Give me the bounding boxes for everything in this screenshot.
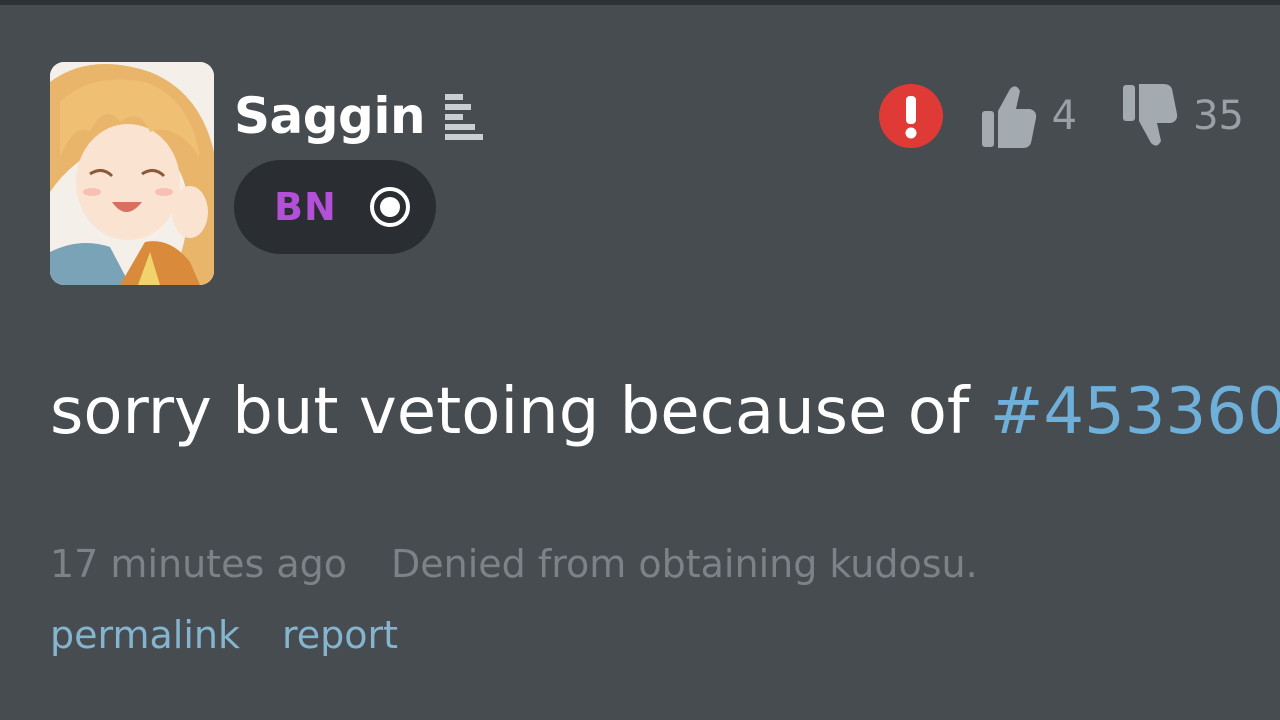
list-icon (445, 90, 484, 142)
avatar[interactable] (50, 62, 214, 285)
post-links: permalink report (50, 613, 398, 657)
permalink-link[interactable]: permalink (50, 613, 240, 657)
report-link[interactable]: report (282, 613, 398, 657)
avatar-image (50, 62, 214, 285)
kudosu-status: Denied from obtaining kudosu. (391, 542, 978, 586)
message-text: sorry but vetoing because of (50, 375, 990, 449)
post-actions: 4 35 (878, 71, 1244, 161)
upvote-button[interactable]: 4 (980, 81, 1077, 151)
post-message: sorry but vetoing because of #4533605 (50, 375, 1280, 449)
username-link[interactable]: Saggin (234, 87, 426, 145)
upvote-count: 4 (1051, 93, 1078, 139)
discussion-post: Saggin BN 4 35 sorry but vetoing because… (0, 5, 1280, 720)
osu-mode-icon (369, 186, 411, 228)
downvote-count: 35 (1193, 93, 1244, 139)
thumbs-down-icon (1121, 81, 1179, 151)
user-info: Saggin (234, 81, 484, 151)
post-meta: 17 minutes ago Denied from obtaining kud… (50, 542, 978, 586)
group-badge: BN (234, 160, 436, 254)
group-badge-label: BN (274, 185, 337, 229)
downvote-button[interactable]: 35 (1121, 81, 1244, 151)
timestamp: 17 minutes ago (50, 542, 347, 586)
discussion-reference-link[interactable]: #4533605 (990, 375, 1280, 449)
exclamation-circle-icon (878, 83, 944, 149)
thumbs-up-icon (980, 81, 1038, 151)
